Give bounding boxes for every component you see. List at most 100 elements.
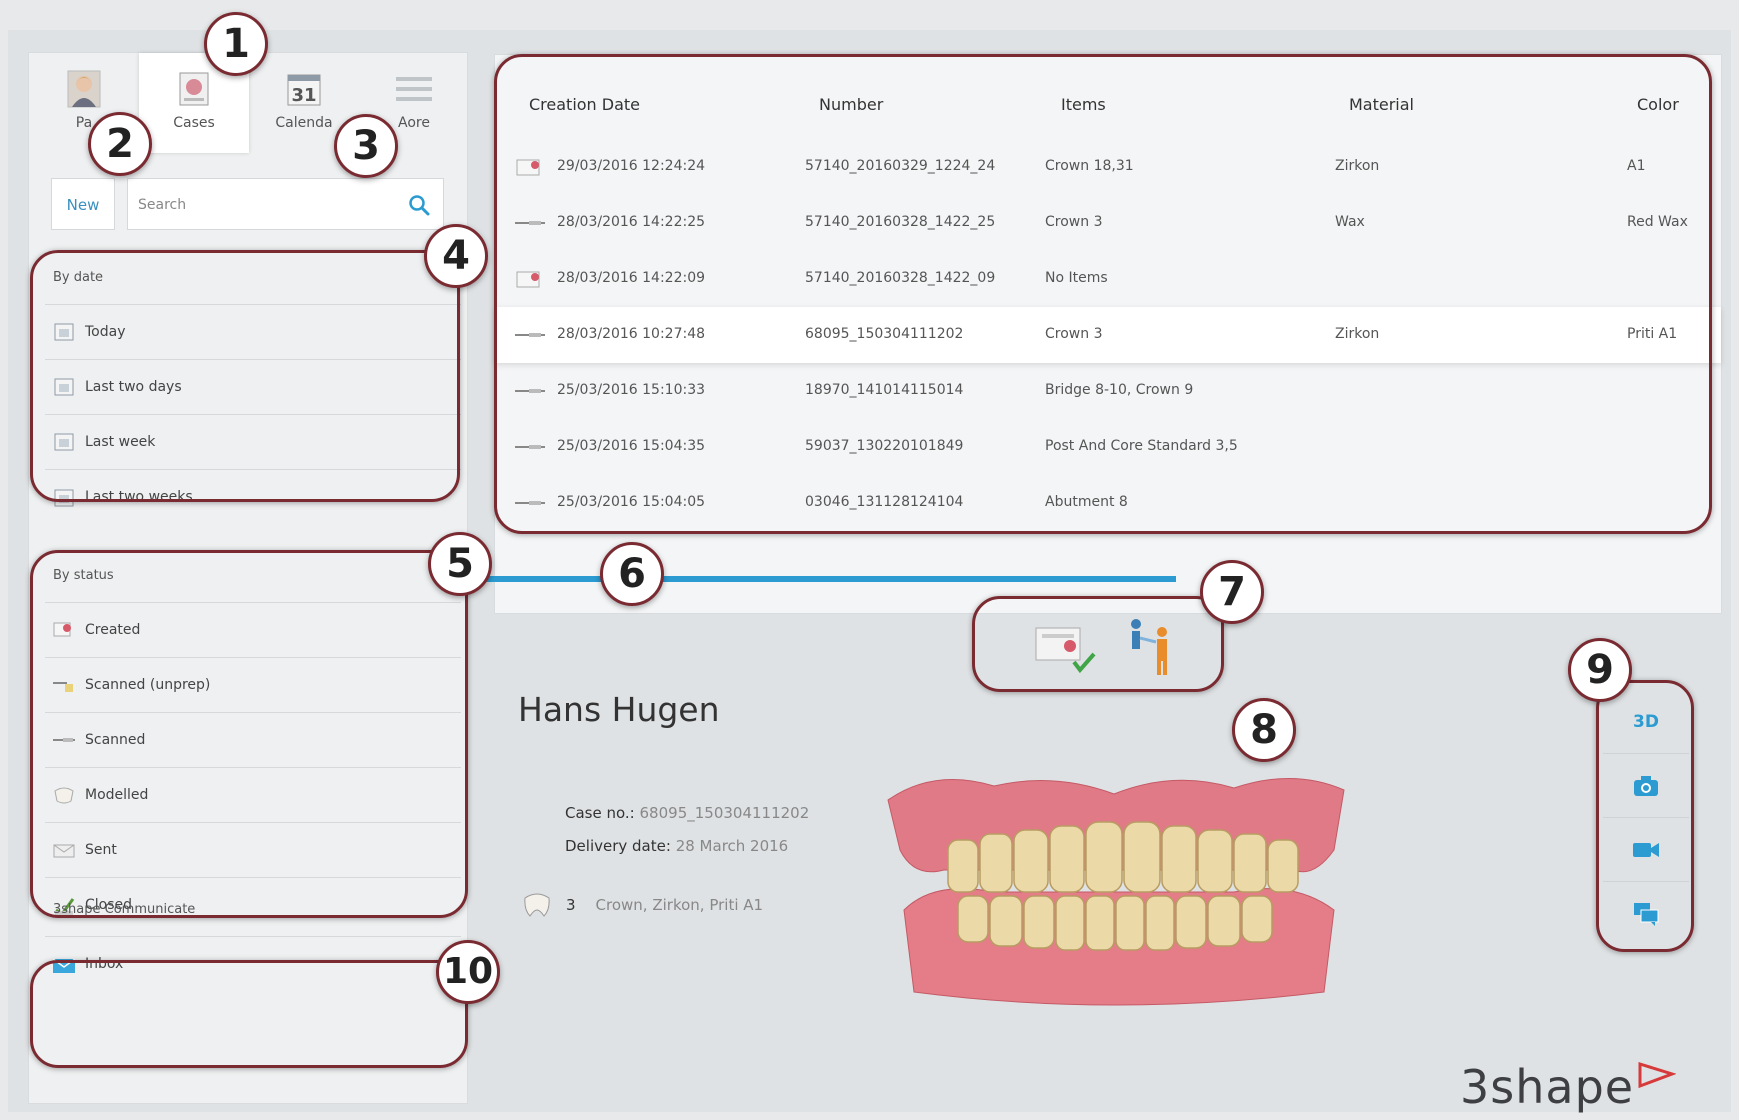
table-row[interactable]: 25/03/2016 15:04:05 03046_131128124104 Abu… [495, 475, 1721, 531]
calendar-icon [54, 323, 74, 341]
table-row[interactable]: 28/03/2016 14:22:25 57140_20160328_1422_2… [495, 195, 1721, 251]
table-row[interactable]: 28/03/2016 10:27:48 68095_150304111202 Cro… [495, 307, 1721, 363]
cell-date: 28/03/2016 14:22:25 [557, 214, 706, 230]
video-camera-icon [1633, 842, 1659, 857]
tooth-description: Crown, Zirkon, Priti A1 [595, 896, 764, 914]
callout-1: 1 [204, 12, 268, 76]
cell-color: A1 [1627, 158, 1646, 174]
callout-7: 7 [1200, 560, 1264, 624]
chat-view-button[interactable] [1603, 882, 1689, 946]
by-date-group: By date Today Last two days Last week La… [45, 251, 461, 525]
cell-material: Wax [1335, 214, 1365, 230]
search-icon[interactable] [407, 193, 431, 217]
filter-today[interactable]: Today [45, 305, 461, 360]
case-number: Case no.: 68095_150304111202 [565, 804, 809, 822]
table-header: Creation Date Number Items Material Colo… [495, 79, 1721, 131]
tooth-number: 3 [566, 896, 576, 914]
cell-items: Post And Core Standard 3,5 [1045, 438, 1238, 454]
search-box [127, 178, 444, 230]
scanner-icon [515, 221, 545, 225]
cell-items: Crown 3 [1045, 326, 1103, 342]
cell-date: 25/03/2016 15:04:05 [557, 494, 706, 510]
filter-scanned-unprep[interactable]: Scanned (unprep) [45, 658, 461, 713]
splitter-bar[interactable] [486, 576, 1176, 582]
inbox-item[interactable]: Inbox [45, 937, 461, 992]
filter-sent-label: Sent [85, 841, 117, 858]
view-mode-bar: 3D [1603, 690, 1689, 952]
filter-last-two-weeks[interactable]: Last two weeks [45, 470, 461, 525]
delivery-date-label: Delivery date: [565, 837, 671, 855]
filter-sent[interactable]: Sent [45, 823, 461, 878]
col-material[interactable]: Material [1349, 95, 1414, 114]
table-row[interactable]: 25/03/2016 15:04:35 59037_130220101849 Pos… [495, 419, 1721, 475]
callout-2: 2 [88, 112, 152, 176]
logo-text: 3shape [1460, 1060, 1635, 1114]
cell-date: 28/03/2016 10:27:48 [557, 326, 706, 342]
dental-3d-model[interactable] [874, 760, 1364, 1020]
cases-icon [179, 72, 209, 106]
cell-number: 18970_141014115014 [805, 382, 964, 398]
search-input[interactable] [138, 193, 378, 217]
3shape-logo: 3shape [1460, 1060, 1677, 1114]
col-items[interactable]: Items [1061, 95, 1106, 114]
col-color[interactable]: Color [1637, 95, 1679, 114]
view-3d-button[interactable]: 3D [1603, 690, 1689, 754]
col-number[interactable]: Number [819, 95, 883, 114]
cell-items: Bridge 8-10, Crown 9 [1045, 382, 1194, 398]
filter-last-week[interactable]: Last week [45, 415, 461, 470]
cell-number: 59037_130220101849 [805, 438, 964, 454]
table-row[interactable]: 28/03/2016 14:22:09 57140_20160328_1422_0… [495, 251, 1721, 307]
new-case-button[interactable]: New [51, 178, 115, 230]
col-creation-date[interactable]: Creation Date [529, 95, 640, 114]
tooth-icon [524, 893, 550, 917]
calendar-icon [54, 489, 74, 506]
cell-date: 25/03/2016 15:04:35 [557, 438, 706, 454]
created-icon [53, 622, 71, 637]
chat-icon [1634, 903, 1659, 926]
scanned-unprep-icon [53, 682, 73, 692]
table-row[interactable]: 29/03/2016 12:24:24 57140_20160329_1224_2… [495, 139, 1721, 195]
filter-scanned-unprep-label: Scanned (unprep) [85, 676, 211, 693]
case-number-label: Case no.: [565, 804, 635, 822]
created-icon [516, 271, 540, 288]
callout-10: 10 [436, 940, 500, 1004]
modelled-icon [54, 787, 74, 804]
cases-table: Creation Date Number Items Material Colo… [494, 54, 1722, 614]
tab-cases-label: Cases [173, 115, 215, 131]
callout-9: 9 [1568, 638, 1632, 702]
cell-number: 03046_131128124104 [805, 494, 964, 510]
assign-people-icon[interactable] [1122, 614, 1182, 678]
app-window: Pa Cases 31 Calenda Aore New Search By d… [8, 12, 1731, 1114]
scanner-icon [515, 445, 545, 449]
communicate-title: 3shape Communicate [45, 883, 461, 937]
filter-modelled[interactable]: Modelled [45, 768, 461, 823]
case-number-value: 68095_150304111202 [639, 804, 810, 822]
scanner-icon [515, 389, 545, 393]
tooth-item: 3 Crown, Zirkon, Priti A1 [522, 892, 763, 918]
scanner-icon [53, 738, 75, 742]
cell-date: 29/03/2016 12:24:24 [557, 158, 706, 174]
cell-number: 57140_20160329_1224_24 [805, 158, 996, 174]
filter-scanned[interactable]: Scanned [45, 713, 461, 768]
video-view-button[interactable] [1603, 818, 1689, 882]
filter-created[interactable]: Created [45, 603, 461, 658]
cell-date: 25/03/2016 15:10:33 [557, 382, 706, 398]
communicate-group: 3shape Communicate Inbox [45, 883, 461, 992]
cell-items: Crown 3 [1045, 214, 1103, 230]
calendar-icon: 31 [287, 74, 321, 106]
filter-modelled-label: Modelled [85, 786, 149, 803]
filter-last-two-days[interactable]: Last two days [45, 360, 461, 415]
filter-created-label: Created [85, 621, 141, 638]
camera-icon [1634, 775, 1658, 796]
patient-name: Hans Hugen [518, 690, 720, 729]
cell-number: 57140_20160328_1422_25 [805, 214, 996, 230]
approve-case-icon[interactable] [1032, 618, 1102, 678]
photo-view-button[interactable] [1603, 754, 1689, 818]
by-status-group: By status Created Scanned (unprep) Scann… [45, 549, 461, 933]
filter-last-two-days-label: Last two days [85, 378, 182, 395]
delivery-date-value: 28 March 2016 [675, 837, 789, 855]
cell-items: Abutment 8 [1045, 494, 1128, 510]
filter-scanned-label: Scanned [85, 731, 146, 748]
calendar-icon-day: 31 [291, 85, 316, 106]
table-row[interactable]: 25/03/2016 15:10:33 18970_141014115014 Bri… [495, 363, 1721, 419]
